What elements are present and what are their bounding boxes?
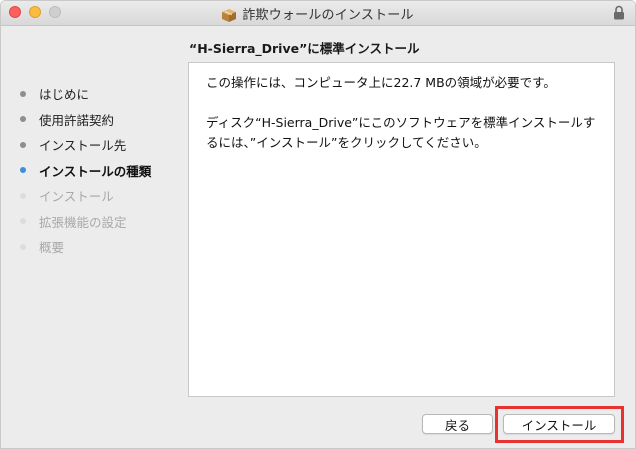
step-introduction: はじめに [19, 81, 179, 107]
installer-steps-sidebar: はじめに 使用許諾契約 インストール先 インストールの種類 インストール 拡張機… [19, 81, 179, 260]
step-installation: インストール [19, 183, 179, 209]
step-label: はじめに [39, 87, 90, 103]
install-instruction-message: ディスク“H-Sierra_Drive”にこのソフトウェアを標準インストールする… [206, 115, 596, 150]
step-summary: 概要 [19, 234, 179, 260]
step-installation-type: インストールの種類 [19, 158, 179, 184]
step-bullet-icon [20, 243, 26, 250]
step-bullet-icon [20, 90, 26, 97]
step-bullet-icon [20, 141, 26, 148]
window-title-group: 詐欺ウォールのインストール [1, 1, 635, 25]
step-license: 使用許諾契約 [19, 107, 179, 133]
step-extension-settings: 拡張機能の設定 [19, 209, 179, 235]
step-label: インストール [39, 189, 114, 205]
step-bullet-icon [20, 192, 26, 199]
installer-window: 詐欺ウォールのインストール “H-Sierra_Drive”に標準インストール … [0, 0, 636, 449]
step-label: 概要 [39, 240, 65, 256]
window-title: 詐欺ウォールのインストール [242, 7, 414, 23]
step-label: インストールの種類 [39, 163, 152, 179]
step-bullet-icon [20, 218, 26, 225]
step-destination: インストール先 [19, 132, 179, 158]
disk-space-message: この操作には、コンピュータ上に22.7 MBの領域が必要です。 [206, 75, 556, 90]
step-label: 使用許諾契約 [39, 112, 115, 128]
lock-icon [613, 5, 625, 20]
back-button[interactable]: 戻る [422, 414, 493, 434]
install-button[interactable]: インストール [503, 414, 615, 434]
content-panel: この操作には、コンピュータ上に22.7 MBの領域が必要です。 ディスク“H-S… [188, 62, 615, 397]
page-title: “H-Sierra_Drive”に標準インストール [189, 41, 420, 56]
step-label: 拡張機能の設定 [39, 214, 127, 230]
package-icon [222, 7, 237, 22]
step-bullet-icon [20, 116, 26, 123]
step-active-bullet-icon [20, 167, 26, 174]
title-bar[interactable]: 詐欺ウォールのインストール [1, 1, 635, 26]
step-label: インストール先 [39, 138, 127, 154]
